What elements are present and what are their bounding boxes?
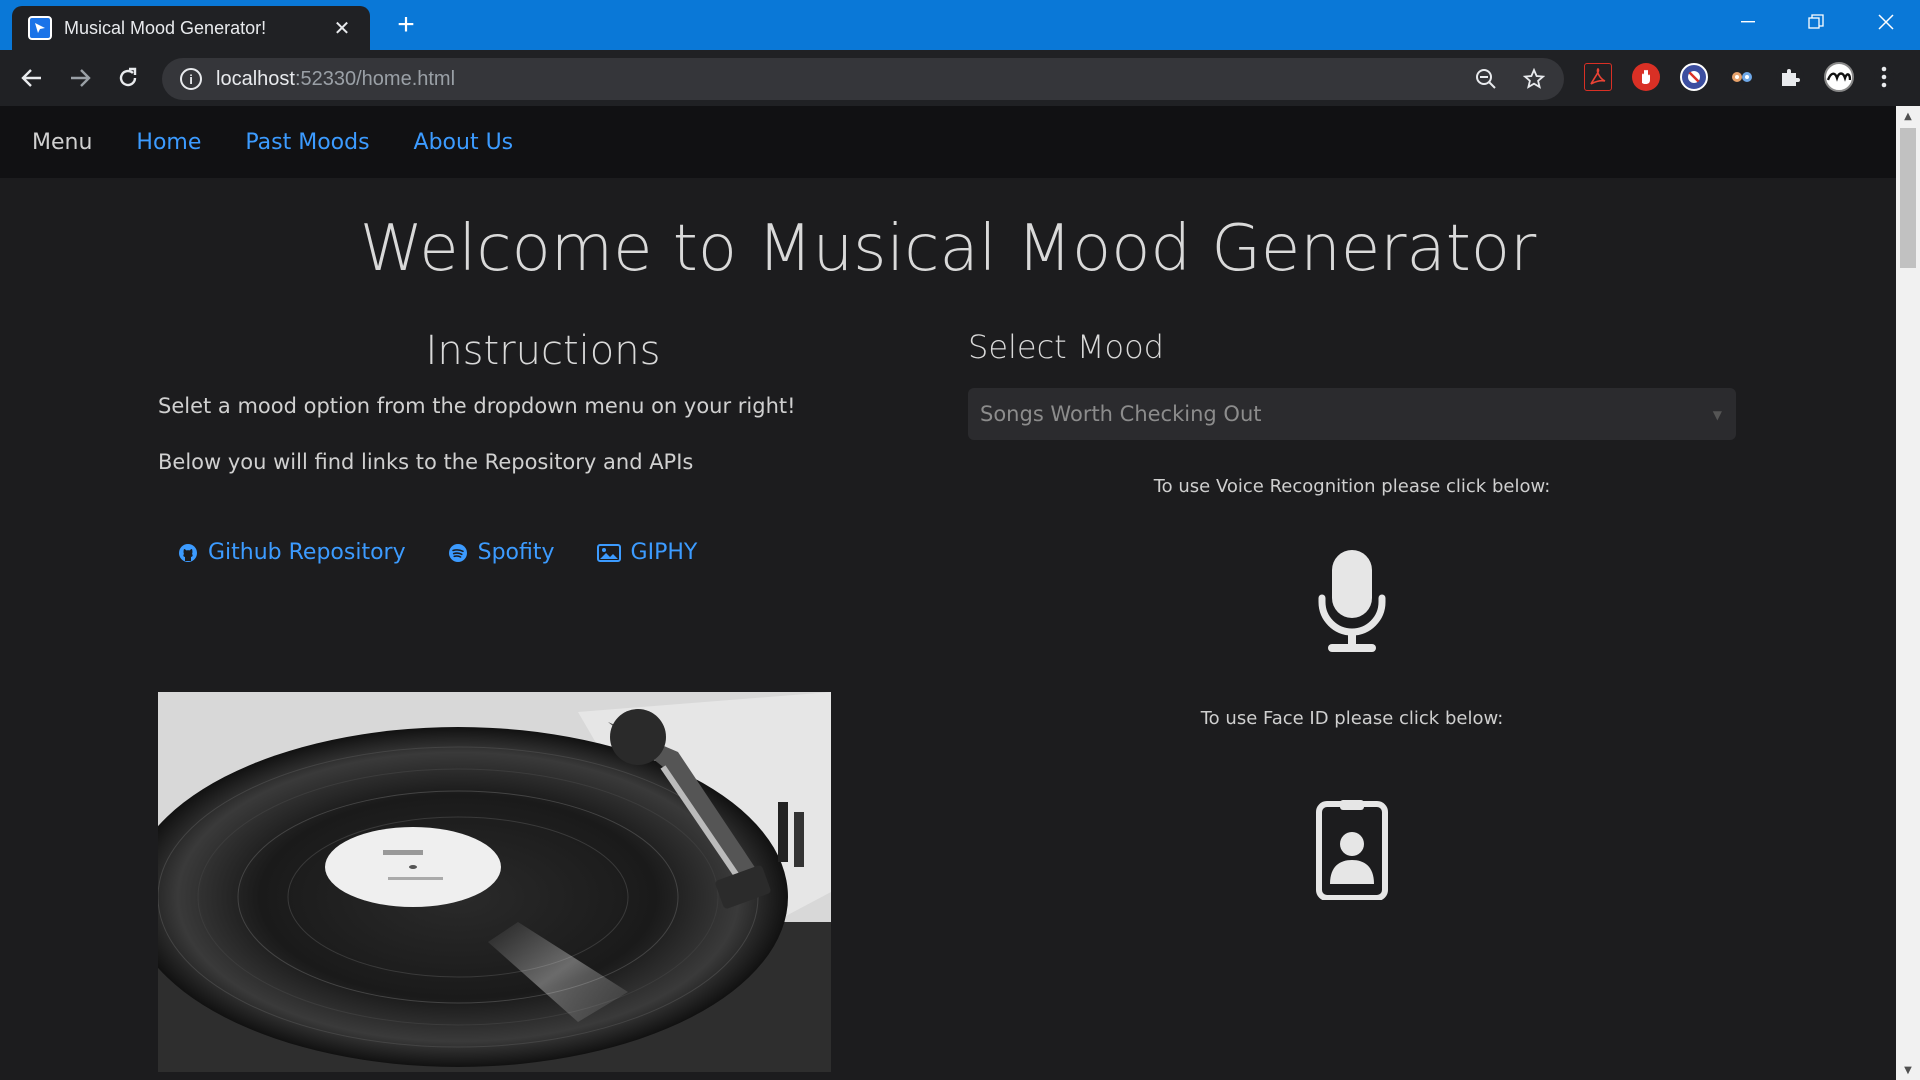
spotify-icon — [448, 543, 468, 563]
instructions-title: Instructions — [425, 328, 661, 374]
giphy-link-label: GIPHY — [630, 540, 698, 565]
restore-button[interactable] — [1782, 0, 1850, 44]
image-icon — [596, 543, 621, 563]
turntable-image — [158, 692, 831, 1072]
github-link-label: Github Repository — [208, 540, 406, 565]
instructions-line-1: Selet a mood option from the dropdown me… — [158, 394, 796, 418]
browser-menu-icon[interactable] — [1874, 63, 1894, 91]
page-scrollbar[interactable]: ▲ ▼ — [1896, 106, 1920, 1080]
extensions-puzzle-icon[interactable] — [1776, 63, 1804, 91]
profile-avatar[interactable] — [1824, 62, 1854, 92]
browser-toolbar: i localhost:52330/home.html — [0, 50, 1920, 106]
forward-icon[interactable] — [62, 60, 98, 96]
nav-link-home[interactable]: Home — [136, 130, 201, 155]
browser-tab[interactable]: Musical Mood Generator! ✕ — [12, 6, 370, 50]
site-navbar: Menu Home Past Moods About Us — [0, 106, 1896, 178]
glasses-extension-icon[interactable] — [1728, 63, 1756, 91]
spotify-link[interactable]: Spofity — [448, 540, 555, 565]
reload-icon[interactable] — [110, 60, 146, 96]
nav-link-about-us[interactable]: About Us — [414, 130, 514, 155]
giphy-link[interactable]: GIPHY — [596, 540, 698, 565]
scroll-down-icon[interactable]: ▼ — [1896, 1060, 1920, 1080]
pdf-extension-icon[interactable] — [1584, 63, 1612, 91]
back-icon[interactable] — [14, 60, 50, 96]
web-page: Menu Home Past Moods About Us Welcome to… — [0, 106, 1896, 1080]
close-window-button[interactable] — [1852, 0, 1920, 44]
tab-close-icon[interactable]: ✕ — [330, 16, 354, 40]
mood-dropdown-value: Songs Worth Checking Out — [980, 402, 1262, 426]
minimize-button[interactable] — [1714, 0, 1782, 44]
url-text: localhost:52330/home.html — [216, 67, 456, 90]
adblock-extension-icon[interactable] — [1632, 63, 1660, 91]
github-repository-link[interactable]: Github Repository — [178, 540, 406, 565]
tab-title: Musical Mood Generator! — [64, 17, 267, 38]
voice-recognition-hint: To use Voice Recognition please click be… — [1153, 476, 1551, 497]
site-info-icon[interactable]: i — [180, 68, 202, 90]
zoom-icon[interactable] — [1474, 67, 1498, 91]
scroll-up-icon[interactable]: ▲ — [1896, 106, 1920, 126]
bookmark-star-icon[interactable] — [1522, 67, 1546, 91]
chevron-down-icon: ▼ — [1712, 408, 1722, 422]
resource-links: Github Repository Spofity GIPHY — [178, 540, 739, 565]
site-favicon-icon — [28, 16, 52, 40]
microphone-icon[interactable] — [1316, 550, 1388, 654]
select-mood-title: Select Mood — [968, 328, 1164, 366]
face-id-hint: To use Face ID please click below: — [1200, 708, 1504, 729]
mood-dropdown[interactable]: Songs Worth Checking Out ▼ — [968, 388, 1736, 440]
scrollbar-thumb[interactable] — [1900, 128, 1916, 268]
browser-tab-strip: Musical Mood Generator! ✕ + — [0, 0, 1920, 50]
navbar-brand[interactable]: Menu — [32, 130, 92, 155]
nav-link-past-moods[interactable]: Past Moods — [245, 130, 369, 155]
github-icon — [178, 543, 198, 563]
address-bar[interactable]: i localhost:52330/home.html — [162, 58, 1564, 100]
id-badge-icon[interactable] — [1316, 800, 1388, 900]
spotify-link-label: Spofity — [477, 540, 555, 565]
page-title: Welcome to Musical Mood Generator — [359, 212, 1537, 286]
instructions-line-2: Below you will find links to the Reposit… — [158, 450, 694, 474]
blocker-extension-icon[interactable] — [1680, 63, 1708, 91]
new-tab-button[interactable]: + — [390, 8, 422, 41]
